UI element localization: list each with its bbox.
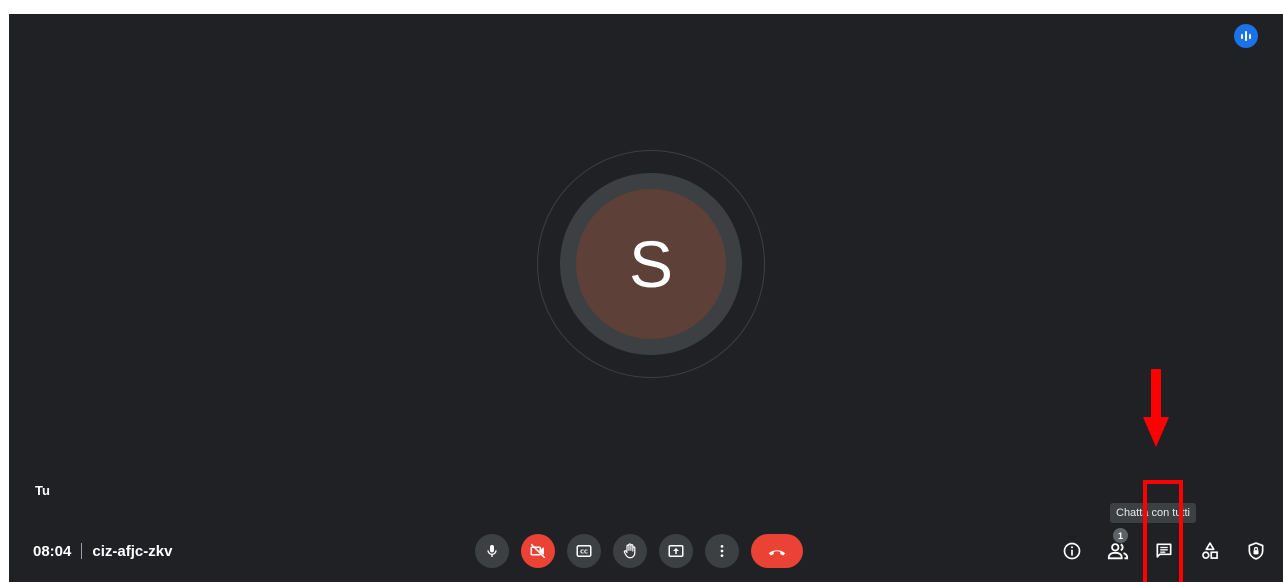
shapes-icon [1202, 542, 1218, 559]
captions-button[interactable]: CC [567, 534, 601, 568]
present-button[interactable] [659, 534, 693, 568]
raise-hand-button[interactable] [613, 534, 647, 568]
people-icon [1107, 543, 1129, 560]
meeting-code[interactable]: ciz-afjc-zkv [92, 543, 172, 560]
captions-icon: CC [576, 545, 592, 557]
meeting-details: 08:04 ciz-afjc-zkv [33, 541, 172, 561]
camera-button[interactable] [521, 534, 555, 568]
more-vert-icon [720, 545, 724, 557]
meeting-details-button[interactable] [1059, 538, 1085, 564]
meeting-time: 08:04 [33, 542, 72, 560]
svg-text:CC: CC [580, 550, 588, 556]
activities-button[interactable] [1197, 538, 1223, 564]
call-end-icon [768, 550, 786, 556]
annotation-highlight-box [1143, 480, 1183, 582]
annotation-arrow-icon [1143, 369, 1169, 447]
divider [81, 543, 83, 559]
shield-lock-icon [1248, 542, 1264, 560]
audio-bars-icon [1234, 24, 1258, 48]
microphone-icon [487, 545, 497, 557]
info-icon [1063, 542, 1081, 560]
microphone-button[interactable] [475, 534, 509, 568]
top-strip [0, 0, 1283, 14]
people-button[interactable]: 1 [1105, 528, 1131, 564]
leave-call-button[interactable] [751, 534, 803, 568]
hand-icon [623, 543, 636, 559]
self-name-label: Tu [35, 483, 50, 498]
participants-count-badge: 1 [1113, 528, 1128, 543]
call-controls: CC [475, 534, 803, 568]
present-screen-icon [668, 545, 684, 557]
video-off-icon [530, 543, 546, 559]
more-options-button[interactable] [705, 534, 739, 568]
avatar: S [576, 189, 726, 339]
host-controls-button[interactable] [1243, 538, 1269, 564]
meeting-stage: S Tu 08:04 ciz-afjc-zkv CC Chatta con tu… [9, 14, 1283, 582]
